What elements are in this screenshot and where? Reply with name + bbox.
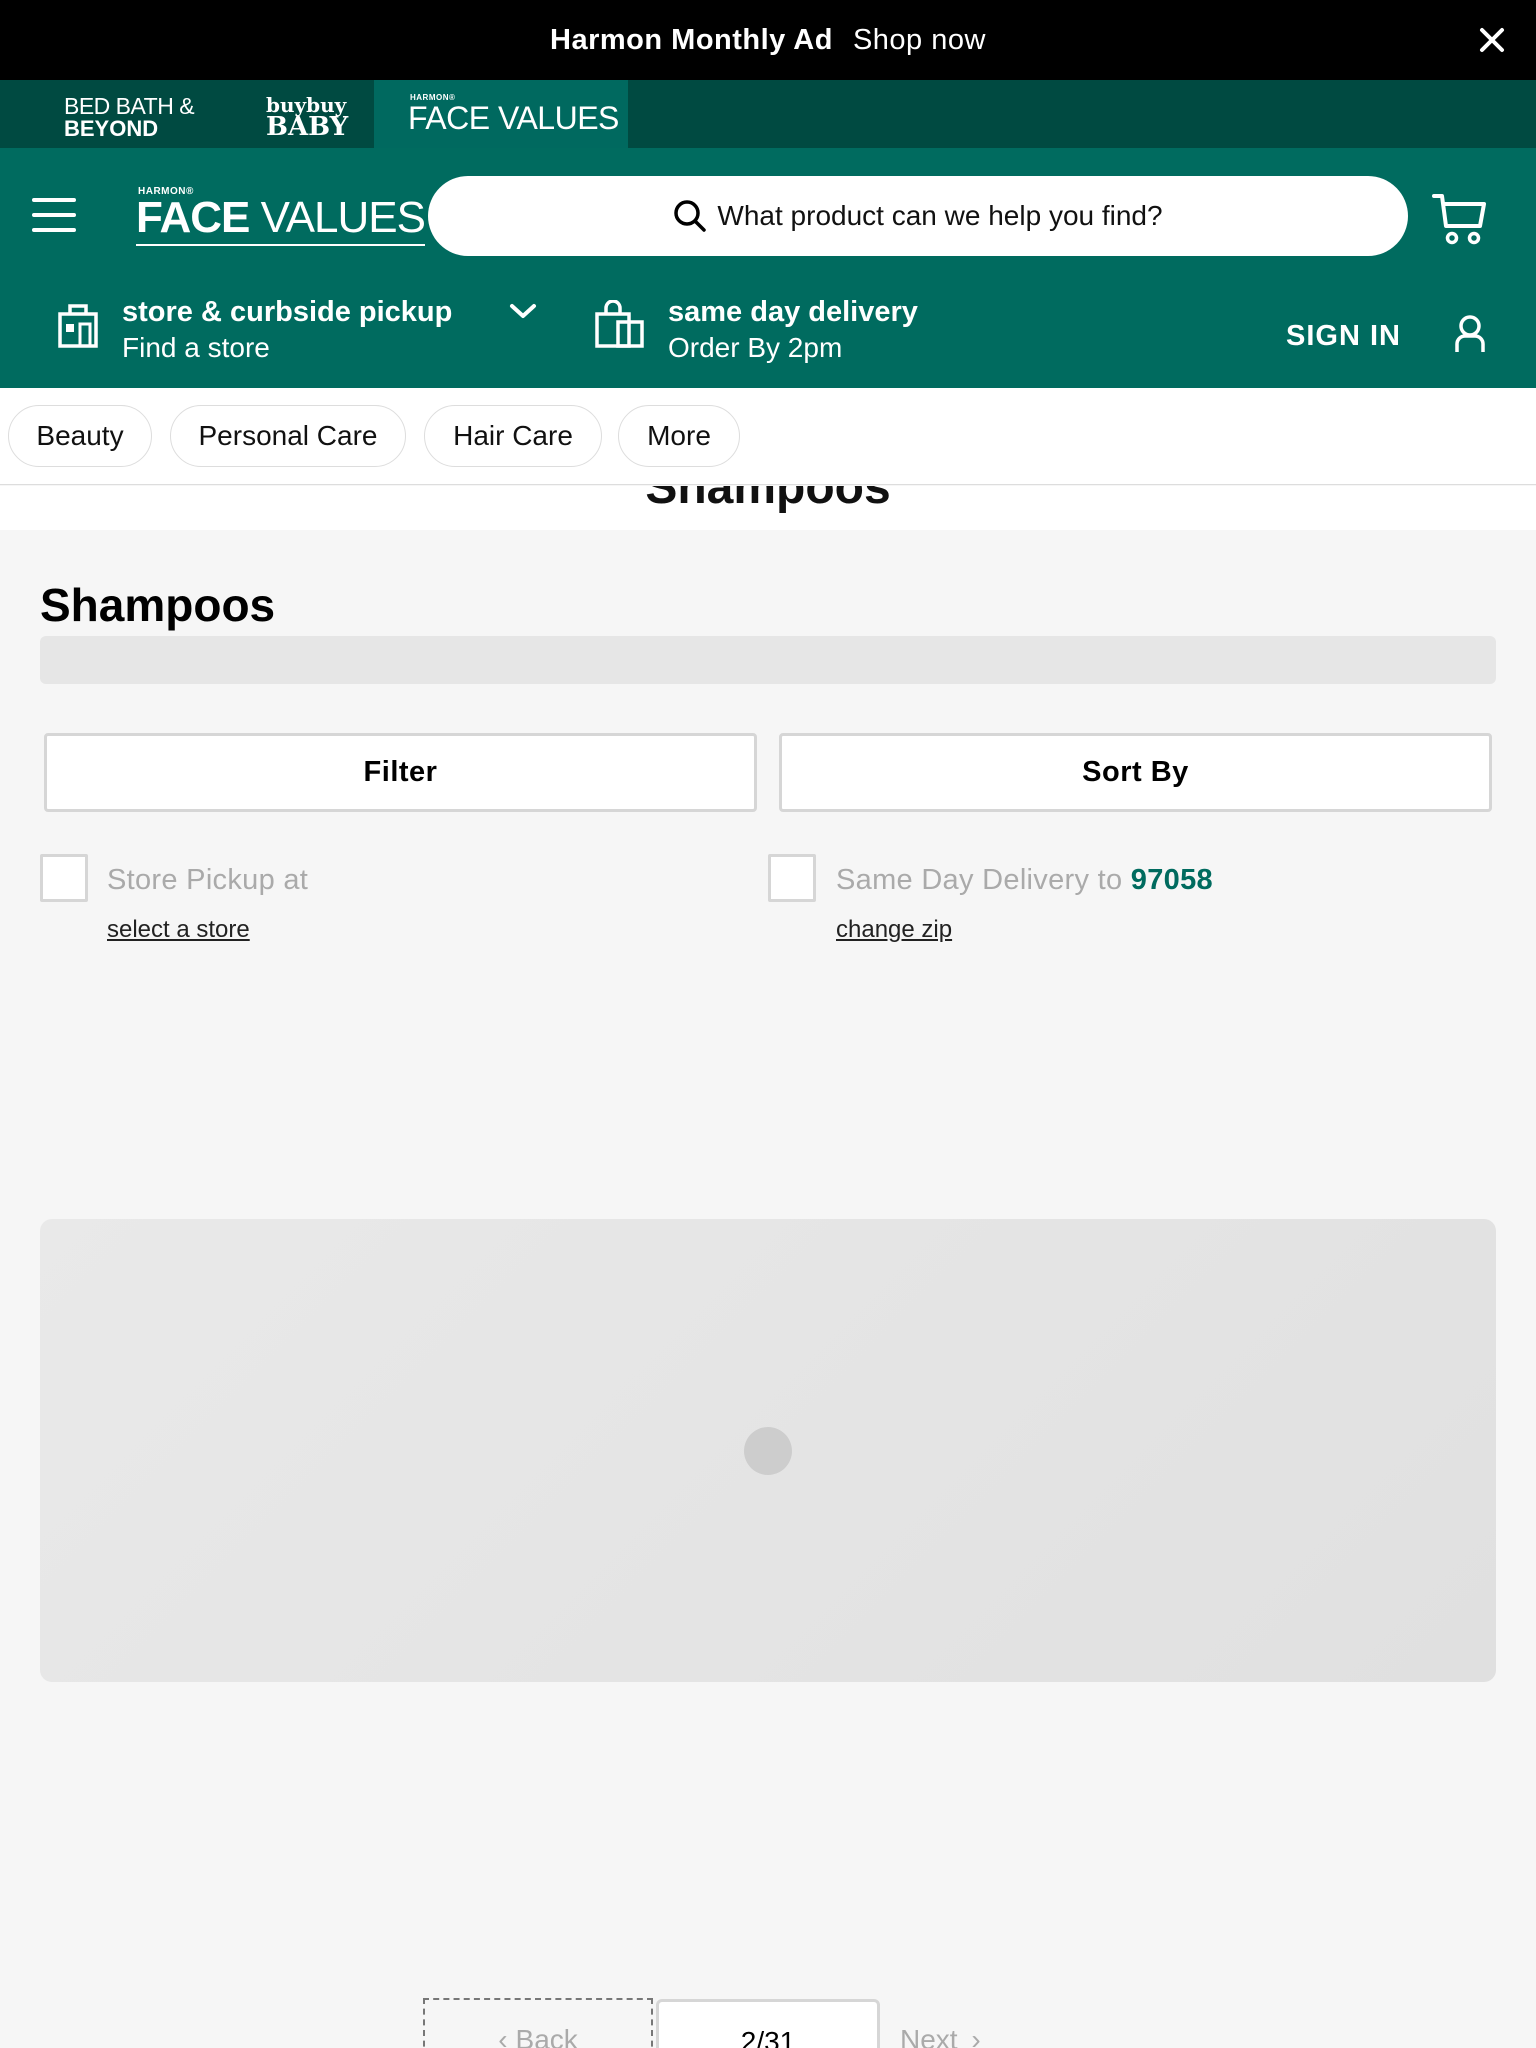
search-input[interactable]: What product can we help you find? <box>428 176 1408 256</box>
category-nav: Beauty Personal Care Hair Care More <box>0 388 1536 485</box>
logo-wordmark: FACE VALUES <box>136 192 426 246</box>
sort-by-button[interactable]: Sort By <box>779 733 1492 812</box>
store-pickup-label: Store Pickup at <box>107 864 309 896</box>
brand-bed-bath-beyond[interactable]: BED BATH & BEYOND <box>60 80 195 148</box>
pagination-back-label: Back <box>515 2024 578 2048</box>
sign-in-link[interactable]: SIGN IN <box>1286 320 1401 353</box>
logo-bold: FACE <box>136 193 250 242</box>
category-chip-hair-care[interactable]: Hair Care <box>424 405 602 467</box>
same-day-label-text: Same Day Delivery to <box>836 864 1123 896</box>
page-title: Shampoos <box>40 579 276 631</box>
filter-button[interactable]: Filter <box>44 733 757 812</box>
pagination-next-button[interactable]: Next › <box>900 1998 1040 2048</box>
chevron-left-icon: ‹ <box>498 2024 508 2048</box>
menu-icon[interactable] <box>32 198 76 232</box>
pickup-title: store & curbside pickup <box>122 296 453 328</box>
sticky-title: Shampoos <box>645 486 891 514</box>
loading-placeholder-card <box>40 1219 1496 1682</box>
delivery-bag-icon <box>595 300 644 348</box>
logo-rest: VALUES <box>249 193 426 242</box>
loading-spinner <box>744 1427 792 1475</box>
store-pickup-checkbox[interactable] <box>40 854 88 902</box>
change-zip-link[interactable]: change zip <box>836 916 952 944</box>
brand-baby-line2: BABY <box>266 112 349 142</box>
promo-shop-link[interactable]: Shop now <box>853 24 986 57</box>
store-icon <box>58 304 98 348</box>
promo-title: Harmon Monthly Ad <box>550 23 833 56</box>
brand-fv-main: FACE VALUES <box>408 100 619 136</box>
chevron-down-icon <box>510 304 536 318</box>
search-icon <box>674 200 707 232</box>
same-day-label: Same Day Delivery to 97058 <box>836 864 1213 897</box>
promo-banner[interactable]: Harmon Monthly Ad Shop now <box>0 0 1536 80</box>
same-day-delivery-checkbox[interactable] <box>768 854 816 902</box>
category-chip-personal-care[interactable]: Personal Care <box>170 405 406 467</box>
brand-bbb-line2: BEYOND <box>64 116 159 141</box>
chevron-right-icon: › <box>971 2024 981 2048</box>
brand-face-values[interactable]: HARMON® FACE VALUES <box>374 80 628 148</box>
sticky-title-bar: Shampoos <box>0 486 1536 530</box>
site-header: HARMON® FACE VALUES What product can we … <box>0 148 1536 388</box>
delivery-zip: 97058 <box>1130 864 1213 896</box>
loading-placeholder-bar <box>40 636 1496 684</box>
user-icon[interactable] <box>1452 314 1488 354</box>
delivery-subtitle: Order By 2pm <box>668 332 843 363</box>
select-store-link[interactable]: select a store <box>107 916 250 944</box>
brand-switcher: BED BATH & BEYOND buybuy BABY HARMON® FA… <box>0 80 1536 148</box>
category-chip-more[interactable]: More <box>618 405 740 467</box>
same-day-delivery[interactable]: same day delivery Order By 2pm <box>594 296 1014 376</box>
cart-icon[interactable] <box>1432 190 1488 246</box>
pagination-page-indicator: 2/31 <box>656 1999 880 2048</box>
search-placeholder: What product can we help you find? <box>717 200 1163 231</box>
pagination-back-button[interactable]: ‹ Back <box>423 1998 653 2048</box>
site-logo[interactable]: HARMON® FACE VALUES <box>136 186 426 246</box>
brand-buybuy-baby[interactable]: buybuy BABY <box>262 80 348 148</box>
category-chip-beauty[interactable]: Beauty <box>8 405 152 467</box>
store-pickup-selector[interactable]: store & curbside pickup Find a store <box>56 296 576 376</box>
close-icon[interactable] <box>1470 18 1514 62</box>
pickup-subtitle: Find a store <box>122 332 270 363</box>
delivery-title: same day delivery <box>668 296 918 328</box>
pagination-next-label: Next <box>900 2024 958 2048</box>
